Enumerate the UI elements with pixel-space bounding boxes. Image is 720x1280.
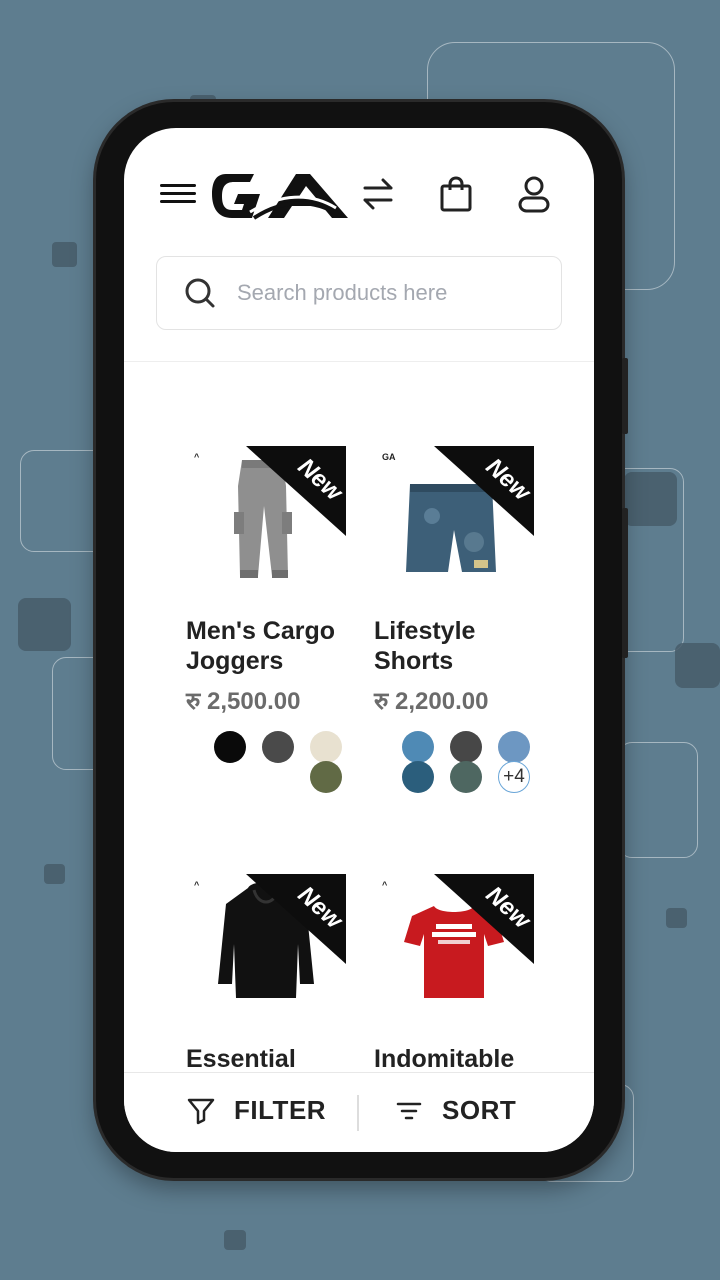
product-card[interactable]: ^ New Essential Hoodie — [186, 874, 356, 1072]
new-badge: New — [246, 874, 346, 964]
brand-mark: ^ — [194, 880, 200, 890]
bg-fill-square — [666, 908, 687, 928]
new-badge: New — [434, 874, 534, 964]
product-name[interactable]: Essential Hoodie — [186, 1044, 346, 1072]
new-badge: New — [246, 446, 346, 536]
color-swatch[interactable] — [214, 731, 246, 763]
product-image[interactable]: ^ New — [186, 874, 346, 1024]
color-swatches — [186, 731, 356, 797]
product-name[interactable]: Lifestyle Shorts — [374, 616, 534, 676]
color-swatch[interactable] — [402, 761, 434, 793]
search-input[interactable] — [237, 280, 537, 306]
app-header — [124, 128, 594, 362]
bg-fill-square — [224, 1230, 246, 1250]
filter-label: FILTER — [234, 1095, 327, 1125]
bg-outline-square — [618, 742, 698, 858]
sort-lines-icon — [396, 1102, 422, 1119]
product-card[interactable]: ^ New Indomitable Spirit — [374, 874, 544, 1072]
search-bar[interactable] — [156, 256, 562, 330]
app-screen: ^ New Men's Cargo Joggers रु — [124, 128, 594, 1152]
brand-mark: ^ — [194, 452, 200, 462]
product-grid: ^ New Men's Cargo Joggers रु 2,500.00 GA… — [124, 362, 594, 1072]
product-image[interactable]: ^ New — [374, 874, 534, 1024]
phone-frame: ^ New Men's Cargo Joggers रु — [96, 102, 628, 1178]
bg-fill-square — [18, 598, 71, 651]
color-swatch[interactable] — [450, 731, 482, 763]
product-price: रु 2,500.00 — [186, 688, 301, 715]
color-swatch[interactable] — [402, 731, 434, 763]
color-swatch[interactable] — [310, 731, 342, 763]
bg-fill-square — [624, 472, 677, 526]
sort-button[interactable]: SORT — [394, 1095, 516, 1126]
filter-funnel-icon — [187, 1098, 215, 1124]
brand-mark: ^ — [382, 880, 388, 890]
sort-label: SORT — [442, 1095, 517, 1125]
more-colors-button[interactable]: +4 — [498, 761, 530, 793]
bg-fill-square — [52, 242, 77, 267]
bg-fill-square — [44, 864, 65, 884]
phone-side-button — [622, 508, 628, 658]
phone-side-button — [622, 358, 628, 434]
color-swatch[interactable] — [450, 761, 482, 793]
product-image[interactable]: ^ New — [186, 446, 346, 596]
product-name[interactable]: Indomitable Spirit — [374, 1044, 534, 1072]
shopping-bag-icon[interactable] — [436, 174, 476, 214]
color-swatches: +4 — [374, 731, 544, 797]
color-swatch[interactable] — [310, 761, 342, 793]
new-badge: New — [434, 446, 534, 536]
color-swatch[interactable] — [262, 731, 294, 763]
product-image[interactable]: GA New — [374, 446, 534, 596]
swap-arrows-icon[interactable] — [358, 174, 398, 214]
hamburger-menu-icon[interactable] — [160, 180, 196, 208]
filter-button[interactable]: FILTER — [186, 1095, 326, 1126]
bg-fill-square — [675, 643, 720, 688]
divider — [357, 1095, 359, 1131]
product-price: रु 2,200.00 — [374, 688, 489, 715]
product-name[interactable]: Men's Cargo Joggers — [186, 616, 346, 676]
search-icon[interactable] — [181, 274, 219, 312]
bottom-action-bar: FILTER SORT — [124, 1072, 594, 1152]
brand-mark: GA — [382, 452, 396, 462]
product-card[interactable]: ^ New Men's Cargo Joggers रु 2,500.00 — [186, 446, 356, 797]
color-swatch[interactable] — [498, 731, 530, 763]
product-card[interactable]: GA New Lifestyle Shorts रु 2,200.00 +4 — [374, 446, 544, 797]
user-icon[interactable] — [514, 174, 554, 214]
ga-logo[interactable] — [210, 168, 354, 228]
